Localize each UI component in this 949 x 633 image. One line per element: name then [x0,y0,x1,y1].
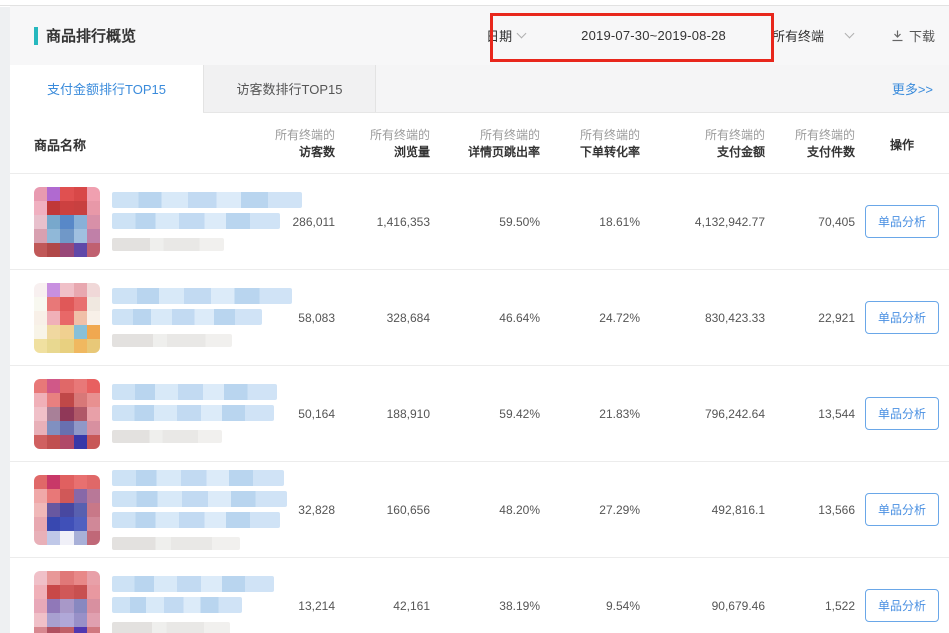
table-row: 13,214 42,161 38.19% 9.54% 90,679.46 1,5… [10,558,949,633]
pageviews-value: 1,416,353 [335,174,430,270]
product-cell [10,174,250,270]
tab-visitor-ranking[interactable]: 访客数排行TOP15 [203,65,376,112]
col-header-actions: 操作 [855,113,949,174]
header-controls: 日期 2019-07-30~2019-08-28 所有终端 下载 [486,26,935,45]
product-cell [10,558,250,633]
left-gutter [0,7,10,633]
payment-items-value: 1,522 [765,558,855,633]
order-conversion-value: 18.61% [540,174,640,270]
payment-items-value: 13,544 [765,366,855,462]
item-analysis-button[interactable]: 单品分析 [865,589,939,622]
payment-amount-value: 4,132,942.77 [640,174,765,270]
panel-header: 商品排行概览 日期 2019-07-30~2019-08-28 所有终端 下载 [10,6,949,65]
download-label: 下载 [909,26,935,45]
pageviews-value: 160,656 [335,462,430,558]
tab-bar-rest: 更多>> [376,65,949,112]
payment-amount-value: 796,242.64 [640,366,765,462]
title-accent-bar [34,27,38,45]
pageviews-value: 328,684 [335,270,430,366]
order-conversion-value: 27.29% [540,462,640,558]
bounce-rate-value: 59.42% [430,366,540,462]
bounce-rate-value: 46.64% [430,270,540,366]
more-link[interactable]: 更多>> [892,79,933,98]
panel-title-wrap: 商品排行概览 [34,25,136,46]
item-analysis-button[interactable]: 单品分析 [865,205,939,238]
product-ranking-table: 商品名称 所有终端的 访客数 所有终端的 浏览量 所有终端的 详情页跳出率 所有… [10,113,949,633]
item-analysis-button[interactable]: 单品分析 [865,493,939,526]
bounce-rate-value: 59.50% [430,174,540,270]
col-header-payment-amount: 所有终端的 支付金额 [640,113,765,174]
product-name-blurred[interactable] [112,576,274,633]
tab-payment-ranking[interactable]: 支付金额排行TOP15 [10,65,203,113]
col-header-order-conversion: 所有终端的 下单转化率 [540,113,640,174]
item-analysis-button[interactable]: 单品分析 [865,397,939,430]
terminal-dropdown-label: 所有终端 [772,26,824,45]
payment-items-value: 70,405 [765,174,855,270]
date-dropdown[interactable]: 日期 [486,26,525,45]
pageviews-value: 188,910 [335,366,430,462]
col-header-product-name: 商品名称 [10,113,250,174]
payment-items-value: 13,566 [765,462,855,558]
product-name-blurred[interactable] [112,288,292,347]
item-analysis-button[interactable]: 单品分析 [865,301,939,334]
download-button[interactable]: 下载 [891,26,935,45]
product-cell [10,366,250,462]
product-name-blurred[interactable] [112,192,302,251]
order-conversion-value: 24.72% [540,270,640,366]
tab-bar: 支付金额排行TOP15 访客数排行TOP15 更多>> [10,65,949,113]
table-header-row: 商品名称 所有终端的 访客数 所有终端的 浏览量 所有终端的 详情页跳出率 所有… [10,113,949,174]
bounce-rate-value: 38.19% [430,558,540,633]
pageviews-value: 42,161 [335,558,430,633]
col-header-payment-items: 所有终端的 支付件数 [765,113,855,174]
product-thumbnail[interactable] [34,187,100,257]
col-header-pageviews: 所有终端的 浏览量 [335,113,430,174]
product-thumbnail[interactable] [34,475,100,545]
terminal-dropdown[interactable]: 所有终端 [772,26,853,45]
product-ranking-panel: 商品排行概览 日期 2019-07-30~2019-08-28 所有终端 下载 … [10,6,949,633]
payment-amount-value: 492,816.1 [640,462,765,558]
product-thumbnail[interactable] [34,379,100,449]
product-thumbnail[interactable] [34,283,100,353]
product-name-blurred[interactable] [112,470,287,550]
product-cell [10,270,250,366]
chevron-down-icon [845,29,855,39]
order-conversion-value: 21.83% [540,366,640,462]
product-name-blurred[interactable] [112,384,277,443]
product-cell [10,462,250,558]
payment-amount-value: 830,423.33 [640,270,765,366]
payment-amount-value: 90,679.46 [640,558,765,633]
chevron-down-icon [517,29,527,39]
col-header-bounce-rate: 所有终端的 详情页跳出率 [430,113,540,174]
table-row: 58,083 328,684 46.64% 24.72% 830,423.33 … [10,270,949,366]
bounce-rate-value: 48.20% [430,462,540,558]
table-row: 286,011 1,416,353 59.50% 18.61% 4,132,94… [10,174,949,270]
order-conversion-value: 9.54% [540,558,640,633]
download-icon [891,29,904,42]
date-range-value[interactable]: 2019-07-30~2019-08-28 [581,28,726,43]
page-title: 商品排行概览 [46,25,136,46]
col-header-visitors: 所有终端的 访客数 [250,113,335,174]
date-dropdown-label: 日期 [486,26,512,45]
payment-items-value: 22,921 [765,270,855,366]
product-thumbnail[interactable] [34,571,100,633]
table-row: 50,164 188,910 59.42% 21.83% 796,242.64 … [10,366,949,462]
table-row: 32,828 160,656 48.20% 27.29% 492,816.1 1… [10,462,949,558]
